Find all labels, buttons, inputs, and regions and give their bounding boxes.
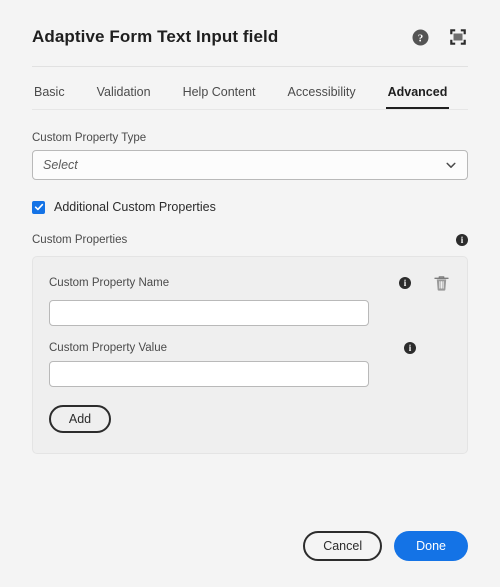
checkmark-icon (34, 203, 43, 211)
custom-property-name-field: Custom Property Name i (49, 273, 451, 326)
header-actions: ? (410, 27, 468, 47)
chevron-down-icon (445, 159, 457, 171)
custom-property-value-label: Custom Property Value (49, 342, 168, 354)
page-title: Adaptive Form Text Input field (32, 27, 279, 46)
cancel-button[interactable]: Cancel (303, 531, 383, 561)
fullscreen-icon[interactable] (448, 27, 468, 47)
custom-properties-section-label: Custom Properties (32, 234, 128, 246)
tab-bar: Basic Validation Help Content Accessibil… (0, 79, 500, 109)
tab-validation[interactable]: Validation (95, 79, 153, 109)
info-icon-custom-properties[interactable]: i (456, 234, 468, 246)
custom-property-name-actions: i (399, 273, 451, 293)
additional-custom-properties-label: Additional Custom Properties (54, 200, 216, 214)
tab-basic[interactable]: Basic (32, 79, 67, 109)
info-icon-property-value[interactable]: i (404, 342, 416, 354)
done-button[interactable]: Done (394, 531, 468, 561)
header-divider (32, 66, 468, 67)
tab-help-content[interactable]: Help Content (181, 79, 258, 109)
custom-property-type-label: Custom Property Type (32, 132, 147, 144)
custom-property-value-input[interactable] (49, 361, 369, 387)
additional-custom-properties-checkbox[interactable]: Additional Custom Properties (32, 200, 468, 214)
custom-property-name-input[interactable] (49, 300, 369, 326)
fullscreen-icon-svg (450, 29, 466, 45)
add-button[interactable]: Add (49, 405, 111, 433)
dialog-header: Adaptive Form Text Input field ? (0, 0, 500, 48)
custom-properties-card: Custom Property Name i Custom Property V… (32, 256, 468, 454)
custom-properties-section-head: Custom Properties i (32, 232, 468, 248)
svg-text:?: ? (417, 32, 423, 44)
custom-property-type-value: Select (43, 158, 78, 172)
tab-advanced[interactable]: Advanced (385, 79, 450, 109)
custom-property-name-label: Custom Property Name (49, 277, 170, 289)
custom-property-type-select[interactable]: Select (32, 150, 468, 180)
custom-property-value-actions: i (404, 342, 451, 354)
info-icon-property-name[interactable]: i (399, 277, 411, 289)
dialog-body: Custom Property Type Select Additional C… (0, 110, 500, 531)
custom-property-name-header: Custom Property Name i (49, 273, 451, 293)
chevron-down-icon-svg (446, 162, 456, 168)
properties-dialog: Adaptive Form Text Input field ? Basic V… (0, 0, 500, 587)
checkbox-checked-icon (32, 200, 45, 214)
trash-icon[interactable] (431, 273, 451, 293)
custom-property-value-field: Custom Property Value i (49, 342, 451, 387)
help-circle-icon-svg: ? (412, 29, 428, 45)
trash-icon-svg (433, 275, 449, 291)
dialog-footer: Cancel Done (0, 531, 500, 587)
custom-property-value-header: Custom Property Value i (49, 342, 451, 354)
tab-accessibility[interactable]: Accessibility (286, 79, 358, 109)
help-circle-icon[interactable]: ? (410, 27, 430, 47)
